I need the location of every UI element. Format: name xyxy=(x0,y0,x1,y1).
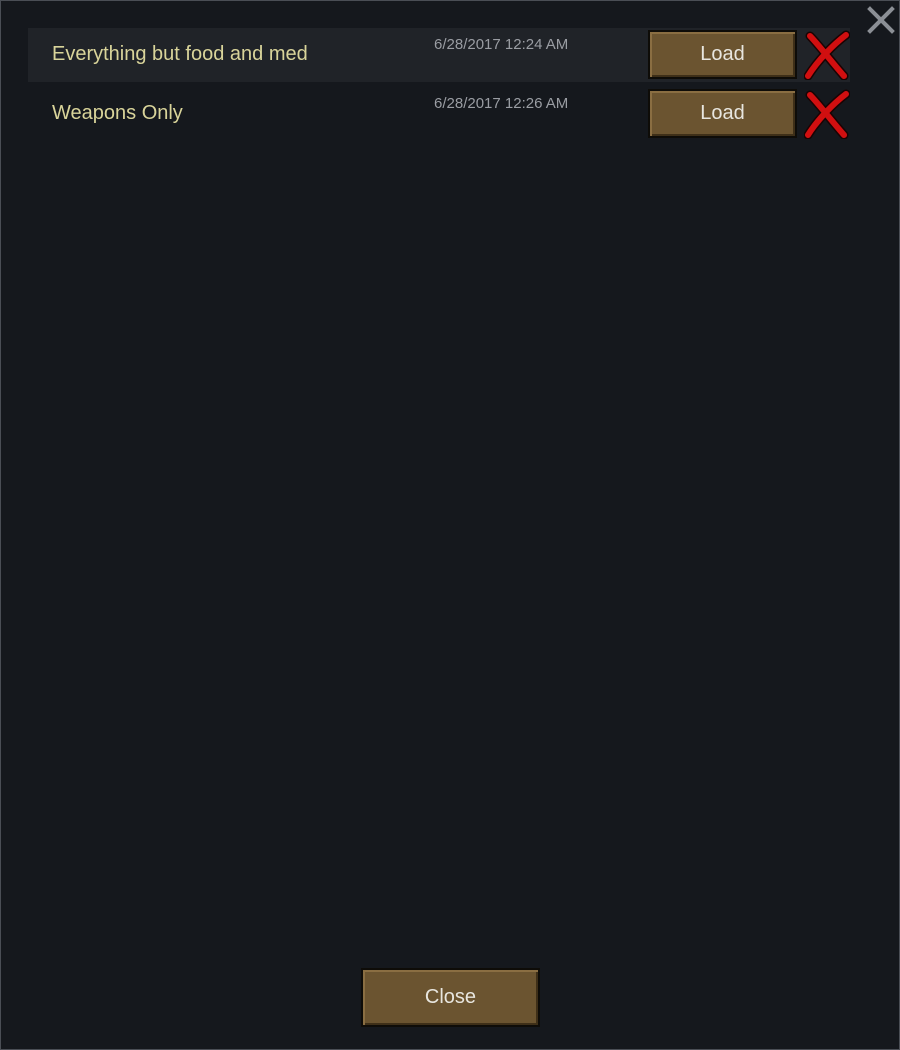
filter-name: Weapons Only xyxy=(52,102,183,124)
filter-date: 6/28/2017 12:24 AM xyxy=(434,36,569,53)
load-filter-dialog: Everything but food and med 6/28/2017 12… xyxy=(0,0,900,1050)
filter-date: 6/28/2017 12:26 AM xyxy=(434,95,569,112)
saved-filter-list: Everything but food and med 6/28/2017 12… xyxy=(28,28,850,146)
close-x-icon[interactable] xyxy=(867,6,895,34)
delete-icon[interactable] xyxy=(804,89,850,139)
load-button[interactable]: Load xyxy=(648,30,797,79)
filter-name: Everything but food and med xyxy=(52,43,308,65)
delete-icon[interactable] xyxy=(804,30,850,80)
list-item: Everything but food and med 6/28/2017 12… xyxy=(28,28,850,82)
list-item: Weapons Only 6/28/2017 12:26 AM Load xyxy=(28,87,850,141)
load-button[interactable]: Load xyxy=(648,89,797,138)
close-button[interactable]: Close xyxy=(361,968,540,1027)
